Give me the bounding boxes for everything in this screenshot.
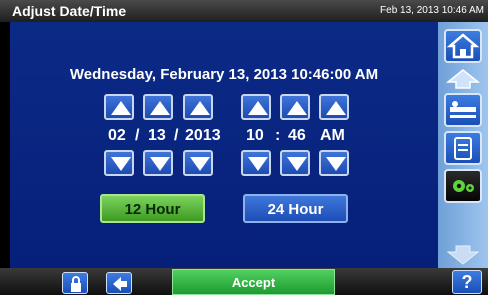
accept-button[interactable]: Accept <box>172 269 335 295</box>
date-time-panel: Wednesday, February 13, 2013 10:46:00 AM… <box>10 22 438 268</box>
date-separator: / <box>174 127 179 144</box>
day-up-button[interactable] <box>143 94 173 120</box>
up-arrow-icon <box>326 101 346 115</box>
down-arrow-icon <box>287 157 307 171</box>
hour-value: 10 <box>246 127 264 144</box>
page-title: Adjust Date/Time <box>12 3 127 19</box>
scroll-down-icon <box>446 245 480 265</box>
day-down-button[interactable] <box>143 150 173 176</box>
help-button[interactable]: ? <box>452 270 482 294</box>
up-arrow-icon <box>111 101 131 115</box>
hour-up-button[interactable] <box>241 94 271 120</box>
minute-up-button[interactable] <box>280 94 310 120</box>
minute-down-button[interactable] <box>280 150 310 176</box>
up-arrow-icon <box>150 101 170 115</box>
current-date-display: Wednesday, February 13, 2013 10:46:00 AM <box>69 66 379 83</box>
ampm-down-button[interactable] <box>319 150 349 176</box>
year-down-button[interactable] <box>183 150 213 176</box>
up-arrow-icon <box>287 101 307 115</box>
settings-button[interactable] <box>444 169 482 203</box>
date-separator: / <box>135 127 140 144</box>
month-up-button[interactable] <box>104 94 134 120</box>
down-arrow-icon <box>190 157 210 171</box>
sidebar <box>438 22 488 268</box>
home-icon <box>446 33 480 59</box>
twenty-four-hour-button[interactable]: 24 Hour <box>243 194 348 223</box>
up-arrow-icon <box>248 101 268 115</box>
ampm-up-button[interactable] <box>319 94 349 120</box>
scroll-up-icon <box>445 69 481 89</box>
month-down-button[interactable] <box>104 150 134 176</box>
down-arrow-icon <box>150 157 170 171</box>
gears-icon <box>453 180 474 192</box>
scroll-up-button[interactable] <box>444 68 482 90</box>
minute-value: 46 <box>288 127 306 144</box>
ampm-value: AM <box>320 127 345 144</box>
home-button[interactable] <box>444 29 482 63</box>
year-value: 2013 <box>185 127 221 144</box>
day-value: 13 <box>148 127 166 144</box>
up-arrow-icon <box>190 101 210 115</box>
time-separator: : <box>275 127 281 144</box>
down-arrow-icon <box>248 157 268 171</box>
document-button[interactable] <box>444 131 482 165</box>
scroll-down-button[interactable] <box>444 244 482 266</box>
back-arrow-icon <box>113 277 127 291</box>
bottom-bar: Accept ? <box>0 268 488 295</box>
header-clock: Feb 13, 2013 10:46 AM <box>380 5 484 16</box>
document-icon <box>454 137 472 160</box>
month-value: 02 <box>108 127 126 144</box>
lock-button[interactable] <box>62 272 88 294</box>
hour-down-button[interactable] <box>241 150 271 176</box>
bed-button[interactable] <box>444 93 482 127</box>
title-bar: Adjust Date/Time Feb 13, 2013 10:46 AM <box>0 0 488 22</box>
down-arrow-icon <box>326 157 346 171</box>
twelve-hour-button[interactable]: 12 Hour <box>100 194 205 223</box>
down-arrow-icon <box>111 157 131 171</box>
back-button[interactable] <box>106 272 132 294</box>
year-up-button[interactable] <box>183 94 213 120</box>
lock-icon <box>71 276 81 292</box>
bed-icon <box>450 101 476 118</box>
